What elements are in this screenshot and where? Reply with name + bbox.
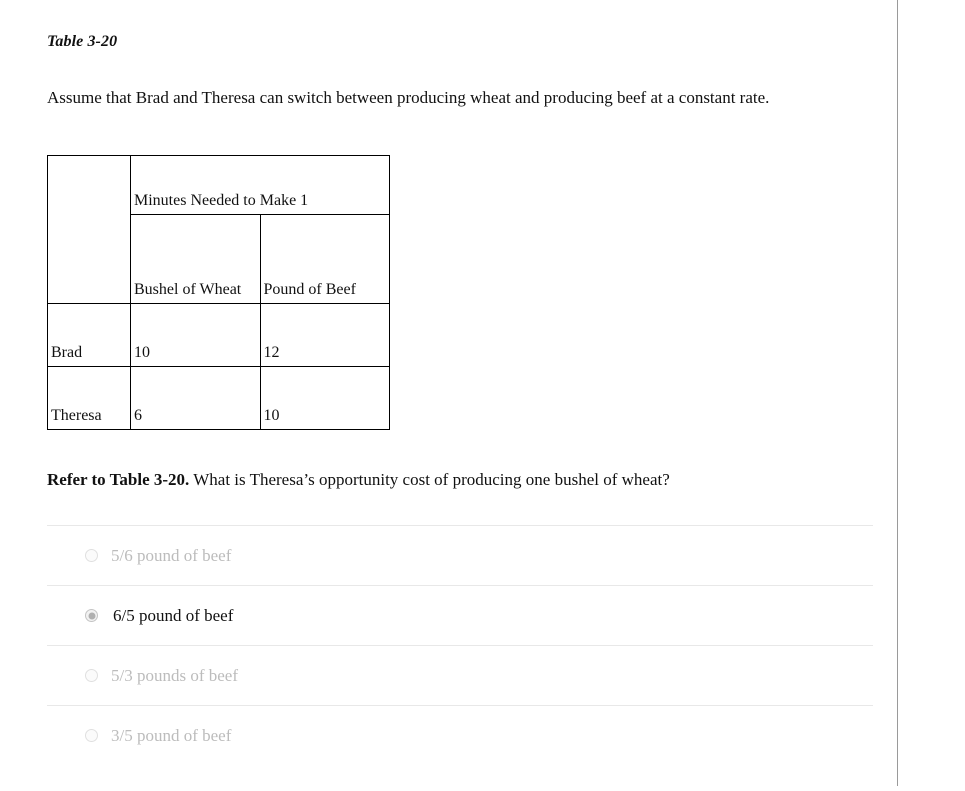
table-header-row-top: Minutes Needed to Make 1 [47, 155, 390, 304]
data-table-container: Minutes Needed to Make 1 Bushel of Wheat… [47, 155, 390, 430]
intro-paragraph: Assume that Brad and Theresa can switch … [47, 88, 770, 107]
answer-option-label: 5/6 pound of beef [111, 545, 232, 565]
table-corner-cell [47, 155, 131, 304]
cell-brad-wheat: 10 [130, 303, 261, 367]
question-prompt: Refer to Table 3-20. What is Theresa’s o… [47, 470, 670, 490]
cell-brad-beef: 12 [259, 303, 390, 367]
question-text: What is Theresa’s opportunity cost of pr… [189, 470, 670, 489]
cell-theresa-beef: 10 [259, 366, 390, 430]
question-content-panel: Table 3-20 Assume that Brad and Theresa … [0, 0, 897, 791]
radio-button-icon[interactable] [85, 729, 98, 742]
question-lead: Refer to Table 3-20. [47, 470, 190, 489]
row-label-theresa: Theresa [47, 366, 131, 430]
radio-button-icon[interactable] [85, 669, 98, 682]
table-span-header: Minutes Needed to Make 1 [130, 155, 390, 215]
answer-option-label: 5/3 pounds of beef [111, 665, 239, 685]
answer-option-1[interactable]: 5/6 pound of beef [47, 526, 873, 585]
table-header-bushel-of-wheat: Bushel of Wheat [130, 214, 261, 304]
row-label-brad: Brad [47, 303, 131, 367]
radio-button-icon[interactable] [85, 549, 98, 562]
answer-option-3[interactable]: 5/3 pounds of beef [47, 646, 873, 705]
table-row: Brad 10 12 [47, 303, 390, 367]
cell-theresa-wheat: 6 [130, 366, 261, 430]
answer-option-4[interactable]: 3/5 pound of beef [47, 706, 873, 765]
minutes-needed-table: Minutes Needed to Make 1 Bushel of Wheat… [47, 155, 390, 430]
table-row: Theresa 6 10 [47, 366, 390, 430]
panel-divider [897, 0, 898, 786]
answer-option-2[interactable]: 6/5 pound of beef [47, 586, 873, 645]
table-caption: Table 3-20 [47, 33, 118, 50]
answer-option-label: 6/5 pound of beef [113, 605, 234, 625]
table-header-pound-of-beef: Pound of Beef [259, 214, 390, 304]
radio-button-icon[interactable] [85, 609, 98, 622]
answer-option-label: 3/5 pound of beef [111, 725, 232, 745]
answer-options-list: 5/6 pound of beef 6/5 pound of beef 5/3 po… [47, 525, 873, 765]
